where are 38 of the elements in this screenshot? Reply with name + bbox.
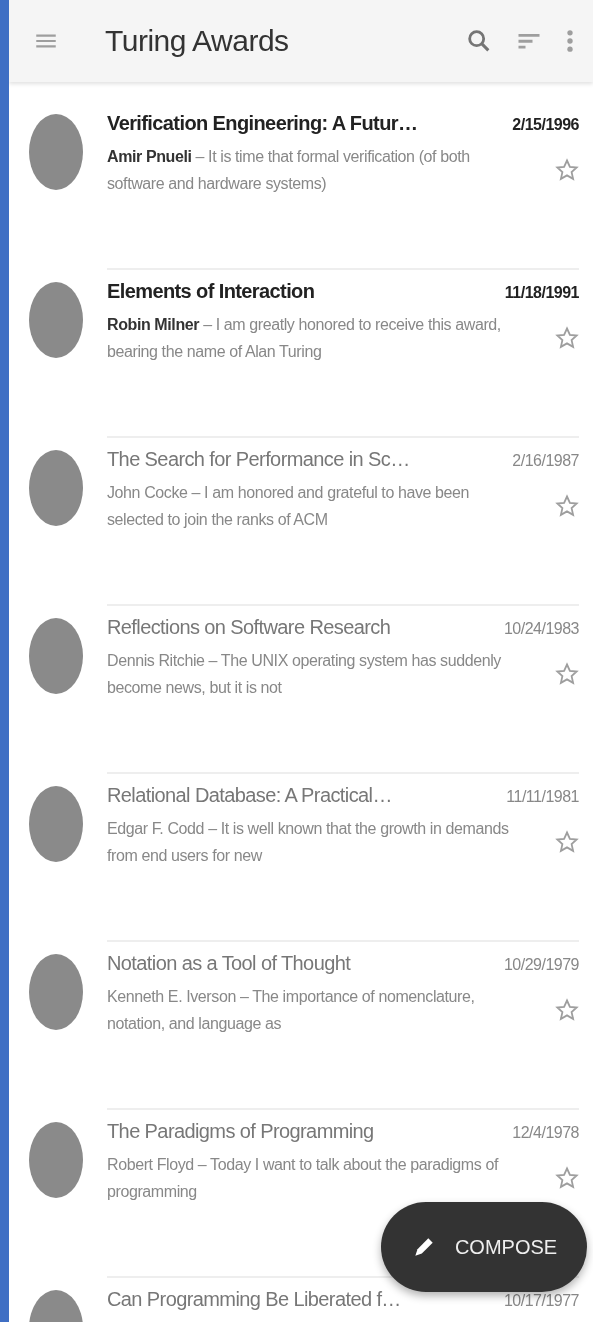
message-preview: Amir Pnueli – It is time that formal verification (of both software and hardware systems) [107,147,471,194]
message-date: 2/16/1987 [512,452,579,470]
star-icon[interactable] [555,1166,579,1190]
star-icon[interactable] [555,662,579,686]
star-icon[interactable] [555,494,579,518]
compose-button[interactable]: COMPOSE [381,1202,587,1292]
message-title: The Paradigms of Programming [107,1120,374,1143]
message-item[interactable]: Notation as a Tool of Thought 10/29/1979 Kenneth E. Iverson – The importance of nomenclature, notation, and language as [9,944,593,1112]
message-item[interactable]: Relational Database: A Practical… 11/11/1981 Edgar F. Codd – It is well known that the growth in demands from end users for new [9,776,593,944]
message-item[interactable]: The Search for Performance in Sc… 2/16/1987 John Cocke – I am honored and grateful to have been selected to join the ranks of ACM [9,440,593,608]
more-icon[interactable] [565,27,575,55]
message-title: Verification Engineering: A Futur… [107,112,418,135]
message-item[interactable]: Verification Engineering: A Futur… 2/15/1996 Amir Pnueli – It is time that formal verification (of both software and hardware systems) [9,104,593,272]
message-title: The Search for Performance in Sc… [107,448,410,471]
message-date: 11/11/1981 [506,788,579,806]
message-date: 10/29/1979 [503,956,579,974]
message-preview: John Cocke – I am honored and grateful to have been selected to join the ranks of ACM [107,483,471,530]
message-preview: Dennis Ritchie – The UNIX operating system has suddenly become news, but it is not [107,651,502,698]
message-preview: Robin Milner – I am greatly honored to receive this award, bearing the name of Alan Turing [107,315,502,362]
message-item[interactable]: Reflections on Software Research 10/24/1983 Dennis Ritchie – The UNIX operating system has suddenly become news, but it is not [9,608,593,776]
message-title: Relational Database: A Practical… [107,784,392,807]
message-date: 10/17/1977 [503,1292,579,1310]
star-icon[interactable] [555,326,579,350]
app-title: Turing Awards [105,24,289,58]
message-date: 2/15/1996 [512,116,579,134]
message-item[interactable]: Elements of Interaction 11/18/1991 Robin Milner – I am greatly honored to receive this award, bearing the name of Alan Turing [9,272,593,440]
message-date: 12/4/1978 [512,1124,579,1142]
message-title: Notation as a Tool of Thought [107,952,351,975]
message-title: Elements of Interaction [107,280,315,303]
star-icon[interactable] [555,158,579,182]
star-icon[interactable] [555,830,579,854]
message-preview: Edgar F. Codd – It is well known that the growth in demands from end users for new [107,819,510,866]
message-date: 10/24/1983 [503,620,579,638]
message-title: Reflections on Software Research [107,616,391,639]
message-date: 11/18/1991 [504,284,579,302]
star-icon[interactable] [555,998,579,1022]
message-preview: Robert Floyd – Today I want to talk about the paradigms of programming [107,1155,500,1202]
message-preview: Kenneth E. Iverson – The importance of nomenclature, notation, and language as [107,987,476,1034]
